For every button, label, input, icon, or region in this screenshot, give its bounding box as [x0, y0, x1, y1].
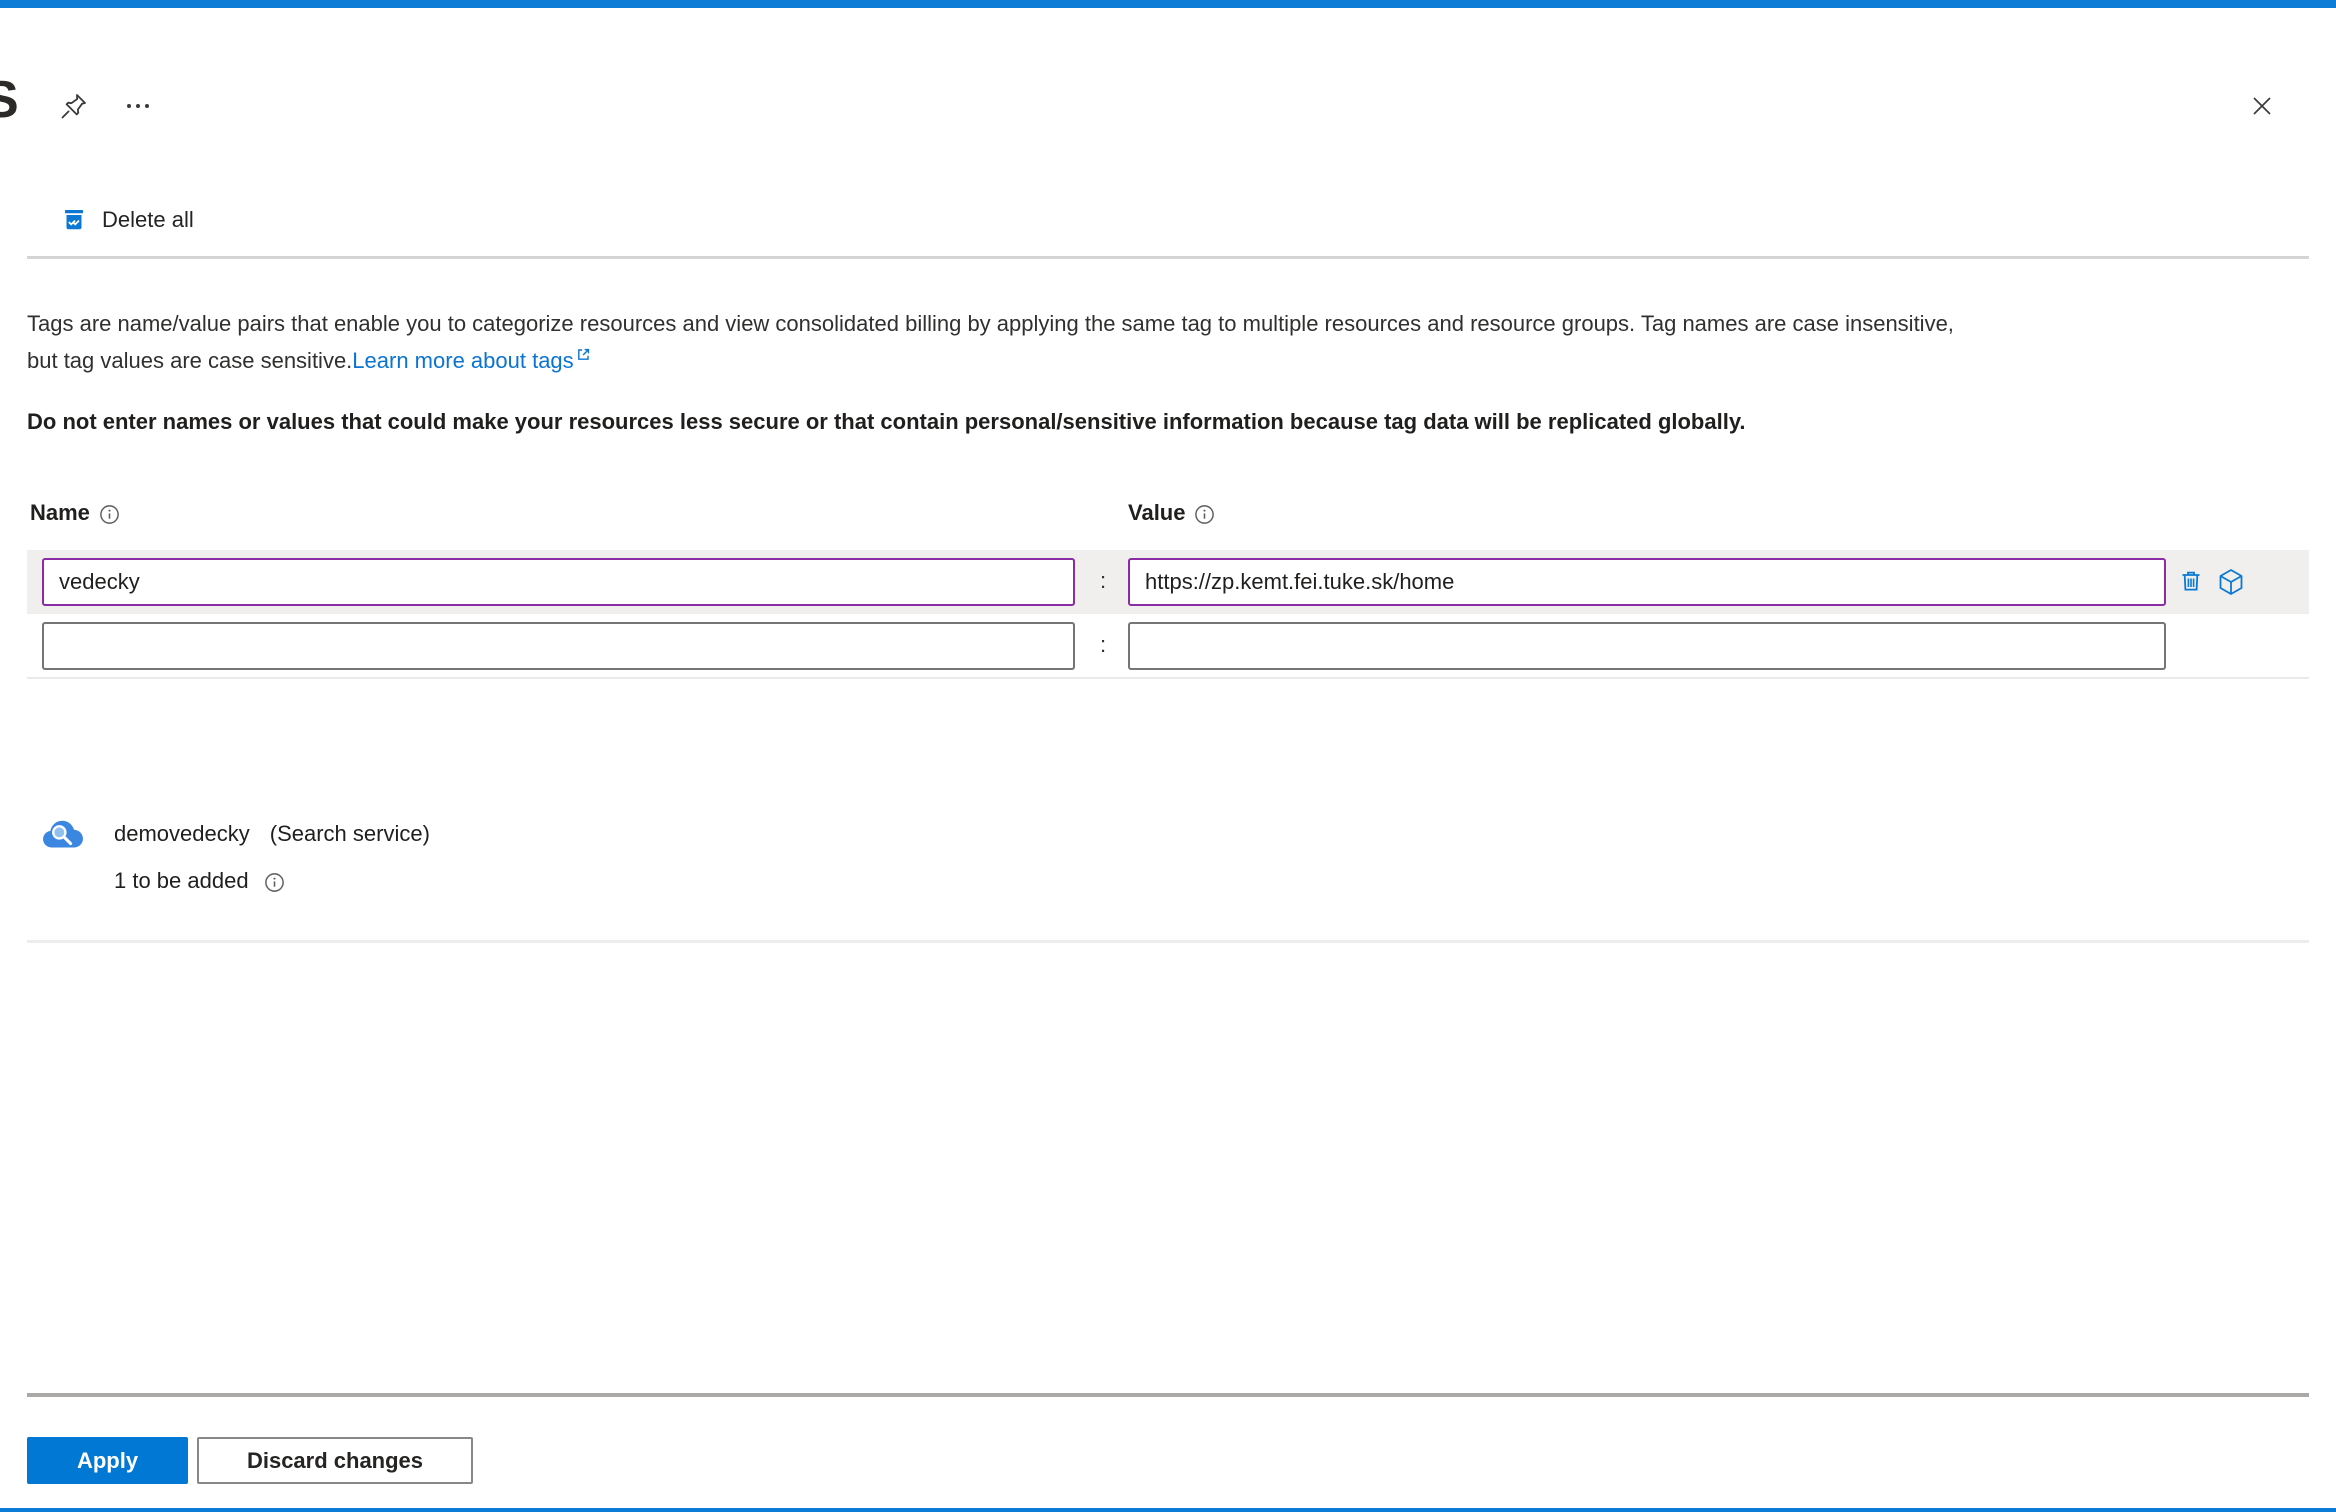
tag-value-input[interactable] — [1128, 558, 2166, 606]
close-icon — [2253, 97, 2271, 115]
tag-row: : — [27, 550, 2309, 614]
delete-all-button[interactable]: Delete all — [55, 203, 198, 237]
resource-divider — [27, 940, 2309, 943]
description-line1: Tags are name/value pairs that enable yo… — [27, 311, 1954, 336]
tags-pane: S Delete all Tags are name/value pairs t… — [0, 0, 2336, 1512]
value-column-header: Value — [1128, 500, 1215, 526]
resource-title: demovedecky (Search service) — [114, 821, 430, 847]
close-button[interactable] — [2238, 82, 2286, 130]
security-warning-text: Do not enter names or values that could … — [27, 409, 1746, 434]
tag-column-headers: Name Value — [0, 500, 2336, 532]
search-service-icon — [43, 820, 83, 848]
name-column-header: Name — [30, 500, 120, 526]
apply-button[interactable]: Apply — [27, 1437, 188, 1484]
resource-name: demovedecky — [114, 821, 250, 846]
cube-icon — [2219, 569, 2243, 595]
resource-scope-button[interactable] — [2213, 550, 2249, 614]
ellipsis-icon — [127, 104, 131, 108]
delete-all-label: Delete all — [102, 207, 194, 232]
tag-row: : — [27, 614, 2309, 678]
pin-button[interactable] — [52, 84, 96, 128]
description-line2: but tag values are case sensitive.Learn … — [27, 342, 2317, 379]
footer-actions: Apply Discard changes — [0, 1437, 2336, 1485]
delete-all-icon — [65, 210, 83, 230]
delete-tag-button[interactable] — [2173, 550, 2209, 614]
resource-type: (Search service) — [269, 821, 430, 846]
toolbar-divider — [27, 256, 2309, 259]
tag-value-input[interactable] — [1128, 622, 2166, 670]
tag-name-input[interactable] — [42, 558, 1075, 606]
name-info-icon[interactable] — [99, 504, 120, 525]
top-accent-bar — [0, 0, 2336, 8]
bottom-accent-bar — [0, 1508, 2336, 1512]
discard-changes-button[interactable]: Discard changes — [197, 1437, 473, 1484]
pending-info-icon[interactable] — [264, 872, 285, 893]
more-options-button[interactable] — [116, 86, 160, 126]
external-link-icon — [577, 348, 589, 360]
tags-description: Tags are name/value pairs that enable yo… — [27, 305, 2317, 379]
pending-count-label: 1 to be added — [114, 868, 249, 893]
trash-icon — [2182, 571, 2200, 591]
footer-divider — [27, 1393, 2309, 1397]
resource-summary: demovedecky (Search service) 1 to be adde… — [0, 810, 2336, 920]
value-info-icon[interactable] — [1194, 504, 1215, 525]
pin-icon — [61, 94, 86, 119]
resource-pending: 1 to be added — [114, 868, 285, 894]
rows-divider — [27, 677, 2309, 679]
name-value-separator: : — [1099, 632, 1107, 657]
page-title-partial: S — [0, 71, 19, 129]
name-value-separator: : — [1099, 568, 1107, 593]
learn-more-link[interactable]: Learn more about tags — [352, 348, 573, 373]
tag-name-input[interactable] — [42, 622, 1075, 670]
